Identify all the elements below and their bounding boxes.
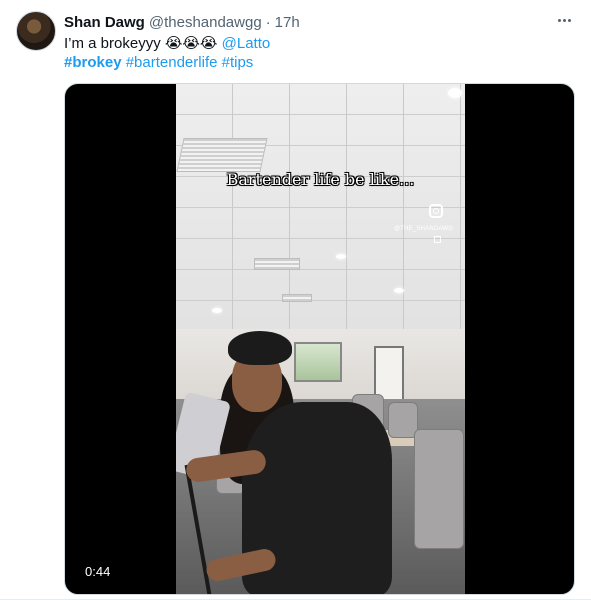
watermark-box-icon <box>434 236 441 243</box>
video-watermark: @THE_SHANDAWG <box>394 226 454 232</box>
display-name[interactable]: Shan Dawg <box>64 14 145 31</box>
hashtags: #brokey #bartenderlife #tips <box>64 53 253 73</box>
vent <box>282 294 312 302</box>
avatar[interactable] <box>16 11 56 51</box>
more-icon[interactable] <box>552 10 576 30</box>
user-handle[interactable]: @theshandawgg <box>149 14 262 31</box>
tweet-text: I’m a brokeyyy 😭😭😭 @Latto <box>64 33 270 54</box>
crying-emoji: 😭😭😭 <box>164 34 218 52</box>
ceiling-light <box>448 88 462 98</box>
mention-link[interactable]: @Latto <box>222 35 271 52</box>
separator: · <box>265 13 271 31</box>
vent <box>254 258 300 270</box>
window <box>294 342 342 382</box>
tweet-header: Shan Dawg @theshandawgg · 17h <box>64 12 300 32</box>
tweet: Shan Dawg @theshandawgg · 17h I’m a brok… <box>0 0 591 600</box>
video-player[interactable]: Bartender life be like... @THE_SHANDAWG … <box>64 83 575 595</box>
timestamp[interactable]: 17h <box>275 14 300 31</box>
chair <box>414 429 464 549</box>
tweet-text-prefix: I’m a brokeyyy <box>64 35 165 52</box>
hashtag-brokey[interactable]: #brokey <box>64 54 122 71</box>
video-caption: Bartender life be like... <box>226 170 415 189</box>
hashtag-bartenderlife[interactable]: #bartenderlife <box>126 54 218 71</box>
instagram-icon <box>429 204 443 218</box>
ceiling-light <box>212 308 222 313</box>
video-duration: 0:44 <box>79 562 117 581</box>
person-hat <box>228 331 292 365</box>
vent <box>176 138 268 172</box>
ceiling-light <box>394 288 404 293</box>
ceiling <box>176 84 465 329</box>
video-frame: Bartender life be like... @THE_SHANDAWG <box>176 84 465 594</box>
hashtag-tips[interactable]: #tips <box>222 54 254 71</box>
ceiling-light <box>336 254 346 259</box>
